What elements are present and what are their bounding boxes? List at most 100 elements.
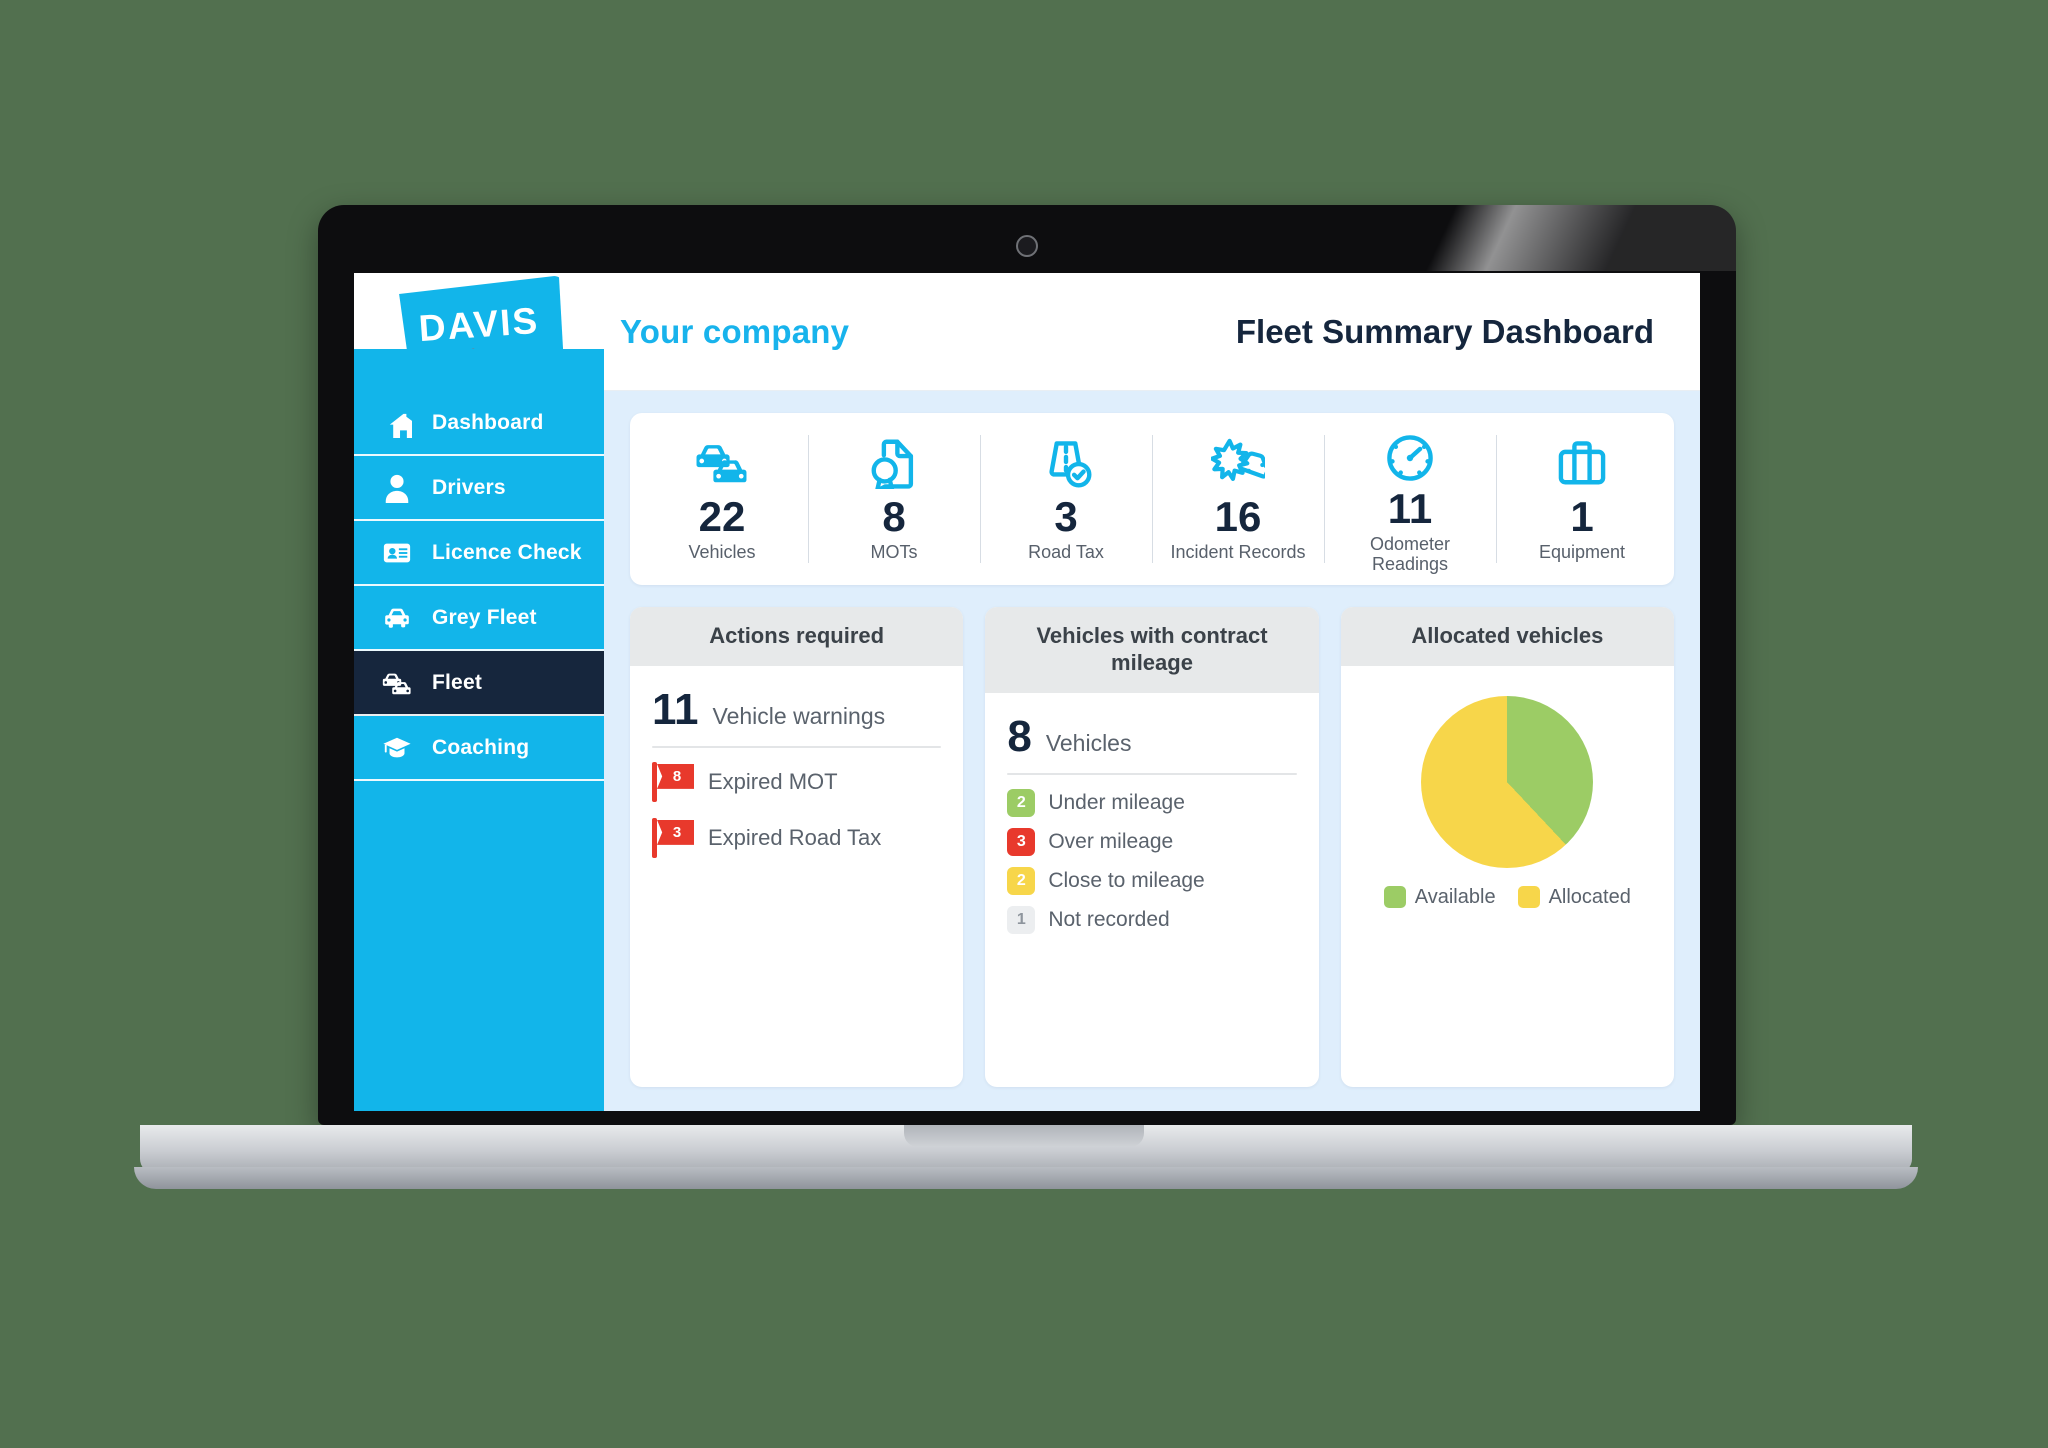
mileage-card-body: 8 Vehicles 2 Under mileage 3 Over mileage 2 C… — [985, 693, 1318, 1087]
two-cars-icon — [378, 666, 416, 700]
laptop-lid: DAVIS Your company Fleet Summary Dashboa… — [318, 205, 1736, 1125]
actions-summary-value: 11 — [652, 684, 699, 734]
screen: DAVIS Your company Fleet Summary Dashboa… — [354, 273, 1700, 1111]
kpi-strip: 22 Vehicles 8 MOTs 3 Road Tax 16 Incident Recor… — [630, 413, 1674, 585]
sidebar-item-dashboard[interactable]: Dashboard — [354, 391, 604, 456]
kpi-label: Road Tax — [1028, 542, 1104, 563]
red-flag-icon: 3 — [652, 817, 694, 858]
sidebar-item-fleet[interactable]: Fleet — [354, 651, 604, 716]
webcam-icon — [1016, 235, 1038, 257]
page-title: Fleet Summary Dashboard — [1235, 312, 1654, 350]
mileage-item[interactable]: 1 Not recorded — [1007, 905, 1296, 934]
action-count: 8 — [672, 767, 682, 785]
kpi-label: Odometer Readings — [1369, 534, 1451, 575]
allocated-card-title: Allocated vehicles — [1340, 607, 1674, 666]
sidebar-item-label: Grey Fleet — [432, 605, 537, 629]
car-icon — [378, 601, 416, 635]
mileage-count-badge: 2 — [1007, 866, 1036, 895]
action-item[interactable]: 3 Expired Road Tax — [652, 817, 941, 858]
briefcase-icon — [1555, 431, 1609, 493]
action-item[interactable]: 8 Expired MOT — [652, 761, 941, 802]
allocated-card-body: Available Allocated — [1341, 666, 1674, 1087]
lid-glare — [1266, 205, 1736, 271]
cards-row: Actions required 11 Vehicle warnings 8 Ex… — [630, 607, 1674, 1087]
sidebar-item-drivers[interactable]: Drivers — [354, 456, 604, 521]
company-name: Your company — [620, 312, 850, 350]
allocated-pie-chart — [1421, 695, 1594, 868]
divider — [1007, 772, 1297, 775]
mileage-list: 2 Under mileage 3 Over mileage 2 Close to mil… — [1007, 788, 1296, 934]
mileage-count: 3 — [1016, 832, 1026, 850]
mileage-item[interactable]: 2 Close to mileage — [1007, 866, 1296, 895]
action-label: Expired MOT — [708, 768, 838, 794]
actions-card-body: 11 Vehicle warnings 8 Expired MOT 3 Expired… — [630, 666, 963, 1087]
mileage-summary-label: Vehicles — [1045, 729, 1132, 756]
kpi-road-tax[interactable]: 3 Road Tax — [980, 427, 1152, 571]
sidebar-top-curve — [354, 349, 604, 395]
kpi-label: Vehicles — [688, 542, 756, 563]
laptop-mockup: DAVIS Your company Fleet Summary Dashboa… — [0, 0, 2048, 1448]
kpi-value: 16 — [1214, 493, 1262, 540]
home-icon — [378, 406, 416, 440]
content-row: Dashboard Drivers Licence Check Grey Fleet F… — [354, 349, 1700, 1111]
pie-legend: Available Allocated — [1383, 885, 1631, 909]
fleet-dashboard-app: DAVIS Your company Fleet Summary Dashboa… — [354, 273, 1700, 1111]
mileage-label: Not recorded — [1048, 907, 1170, 931]
actions-list: 8 Expired MOT 3 Expired Road Tax — [652, 761, 941, 858]
kpi-mots[interactable]: 8 MOTs — [808, 427, 980, 571]
mileage-count-badge: 2 — [1007, 788, 1036, 817]
kpi-value: 11 — [1387, 485, 1433, 532]
laptop-base-lip — [134, 1167, 1918, 1189]
legend-label: Available — [1414, 885, 1496, 908]
kpi-value: 1 — [1570, 493, 1594, 540]
divider — [652, 745, 942, 748]
mileage-label: Under mileage — [1048, 790, 1185, 814]
action-label: Expired Road Tax — [708, 824, 882, 850]
mileage-label: Over mileage — [1048, 829, 1174, 853]
legend-swatch — [1383, 886, 1406, 909]
road-check-icon — [1039, 431, 1093, 493]
base-notch — [904, 1125, 1144, 1147]
mileage-count-badge: 1 — [1007, 905, 1036, 934]
legend-label: Allocated — [1548, 885, 1631, 908]
mileage-summary-value: 8 — [1007, 711, 1032, 761]
kpi-value: 8 — [882, 493, 906, 540]
mileage-card-title: Vehicles with contract mileage — [985, 607, 1319, 693]
kpi-label: Incident Records — [1170, 542, 1306, 563]
sidebar-item-licence-check[interactable]: Licence Check — [354, 521, 604, 586]
collision-icon — [1211, 431, 1265, 493]
legend-item: Available — [1383, 885, 1496, 909]
mileage-count-badge: 3 — [1007, 827, 1036, 856]
kpi-incident-records[interactable]: 16 Incident Records — [1152, 427, 1324, 571]
mileage-count: 1 — [1016, 910, 1026, 928]
user-icon — [378, 471, 416, 505]
sidebar-item-label: Fleet — [432, 670, 483, 694]
allocated-vehicles-card: Allocated vehicles Available Allocated — [1340, 607, 1674, 1087]
mileage-count: 2 — [1016, 793, 1026, 811]
sidebar-item-grey-fleet[interactable]: Grey Fleet — [354, 586, 604, 651]
sidebar-item-label: Dashboard — [432, 410, 544, 434]
sidebar-item-label: Licence Check — [432, 540, 582, 564]
red-flag-icon: 8 — [652, 761, 694, 802]
sidebar-item-coaching[interactable]: Coaching — [354, 716, 604, 781]
contract-mileage-card: Vehicles with contract mileage 8 Vehicle… — [985, 607, 1319, 1087]
speedometer-icon — [1383, 431, 1437, 485]
legend-item: Allocated — [1517, 885, 1631, 909]
pie-chart-area: Available Allocated — [1363, 682, 1652, 909]
action-count: 3 — [672, 823, 682, 841]
two-cars-icon — [695, 431, 749, 493]
mileage-count: 2 — [1016, 871, 1026, 889]
mileage-item[interactable]: 3 Over mileage — [1007, 827, 1296, 856]
actions-required-card: Actions required 11 Vehicle warnings 8 Ex… — [630, 607, 964, 1087]
kpi-equipment[interactable]: 1 Equipment — [1496, 427, 1668, 571]
sidebar-item-label: Drivers — [432, 475, 506, 499]
legend-swatch — [1517, 886, 1540, 909]
mileage-item[interactable]: 2 Under mileage — [1007, 788, 1296, 817]
kpi-vehicles[interactable]: 22 Vehicles — [636, 427, 808, 571]
kpi-value: 3 — [1054, 493, 1078, 540]
kpi-label: MOTs — [870, 542, 918, 563]
kpi-label: Equipment — [1538, 542, 1626, 563]
certificate-icon — [867, 431, 921, 493]
actions-summary: 11 Vehicle warnings — [652, 682, 941, 744]
kpi-odometer-readings[interactable]: 11 Odometer Readings — [1324, 427, 1496, 575]
